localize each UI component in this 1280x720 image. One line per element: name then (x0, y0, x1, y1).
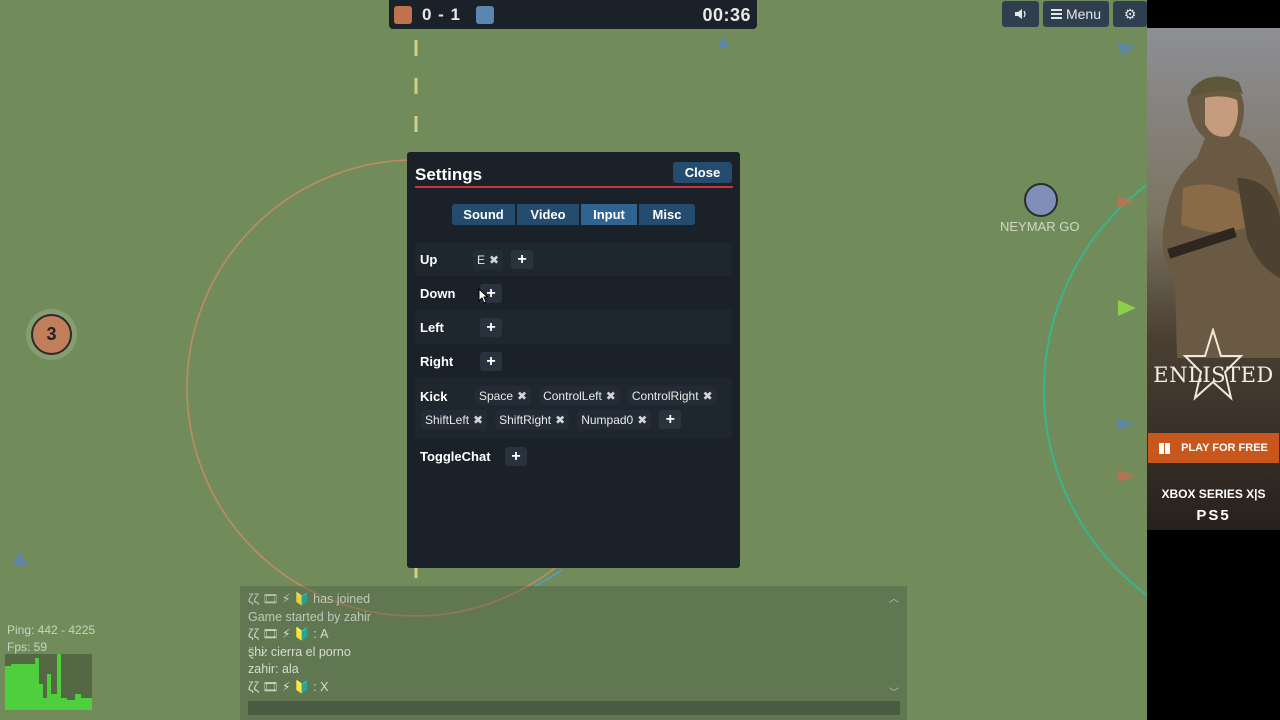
game-field: 3 NEYMAR GO 0 - 1 00:36 Menu ⚙ Ping: 442… (0, 0, 1147, 720)
key-name: Space (479, 388, 514, 403)
chat-line: ζζ 🎞 ⚡ 🔰 : X (248, 679, 329, 694)
tab-input[interactable]: Input (581, 204, 637, 225)
chat-line: ȿ̈hi̷: cierra el porno (248, 644, 351, 659)
binding-row-down: Down + (415, 276, 732, 310)
mouse-cursor-icon (478, 288, 488, 304)
remove-key-icon[interactable]: ✖ (489, 253, 499, 267)
key-name: ShiftLeft (425, 412, 470, 427)
binding-label: Up (420, 252, 438, 267)
score-value: 0 - 1 (422, 5, 462, 24)
menu-button[interactable]: Menu (1043, 1, 1109, 27)
chat-line: ζζ 🎞 ⚡ 🔰 : A (248, 627, 329, 642)
chat-line: ζζ 🎞 ⚡ 🔰 has joined (248, 592, 371, 606)
binding-row-right: Right + (415, 344, 732, 378)
add-binding-button[interactable]: + (511, 250, 534, 269)
key-name: ControlRight (631, 388, 699, 403)
player-disc: 3 (31, 314, 72, 355)
chat-line: Game started by zahir (248, 609, 371, 624)
opponent-disc (1024, 183, 1058, 217)
binding-row-up: Up E ✖ + (415, 243, 732, 276)
ping-readout: Ping: 442 - 4225 (7, 623, 96, 637)
red-team-icon (394, 6, 412, 24)
blue-team-icon (476, 6, 494, 24)
menu-label: Menu (1065, 6, 1102, 22)
settings-dialog: Settings Close Sound Video Input Misc Up… (407, 152, 740, 568)
binding-label: Right (420, 354, 454, 369)
binding-label: Down (420, 286, 456, 301)
remove-key-icon[interactable]: ✖ (637, 413, 647, 427)
tab-misc[interactable]: Misc (639, 204, 695, 225)
tab-video[interactable]: Video (517, 204, 579, 225)
chat-log: ζζ 🎞 ⚡ 🔰 has joined Game started by zahi… (248, 591, 371, 697)
key-chip: ControlLeft ✖ (539, 386, 620, 405)
top-menu: Menu ⚙ (1002, 0, 1147, 29)
settings-button[interactable]: ⚙ (1113, 1, 1147, 27)
player-number: 3 (46, 324, 57, 344)
add-binding-button[interactable]: + (480, 318, 502, 337)
remove-key-icon[interactable]: ✖ (517, 389, 527, 403)
key-name: E (477, 252, 486, 267)
title-divider (415, 186, 733, 188)
remove-key-icon[interactable]: ✖ (606, 389, 616, 403)
ad-brand: ENLISTED (1153, 363, 1274, 387)
key-chip: ControlRight ✖ (627, 386, 717, 405)
soldier-illustration (1162, 76, 1280, 358)
net-stats: Ping: 442 - 4225 Fps: 59 (7, 622, 95, 656)
binding-row-kick: Kick Space ✖ ControlLeft ✖ ControlRight ✖ S… (415, 378, 732, 438)
binding-label: ToggleChat (420, 449, 491, 464)
key-name: ShiftRight (499, 412, 552, 427)
platform-xbox: XBOX SERIES X|S (1161, 487, 1266, 501)
add-binding-button[interactable]: + (480, 352, 502, 371)
chat-panel: ︿ ζζ 🎞 ⚡ 🔰 has joined Game started by za… (240, 586, 907, 720)
chevron-up-icon[interactable]: ︿ (889, 590, 899, 605)
game-timer: 00:36 (702, 5, 751, 25)
binding-row-togglechat: ToggleChat + (415, 439, 732, 473)
chevron-down-icon[interactable]: ﹀ (889, 684, 899, 699)
key-chip: Space ✖ (475, 386, 532, 405)
windows-icon (1159, 442, 1171, 454)
scoreboard: 0 - 1 00:36 (389, 0, 757, 29)
key-chip: ShiftRight ✖ (495, 410, 570, 429)
chat-line: zahir: ala (248, 662, 299, 677)
opponent-name: NEYMAR GO (1000, 219, 1080, 234)
sound-button[interactable] (1002, 1, 1039, 27)
dialog-title: Settings (415, 165, 483, 184)
close-button[interactable]: Close (673, 162, 732, 183)
tab-sound[interactable]: Sound (452, 204, 515, 225)
key-chip: E ✖ (473, 250, 504, 269)
key-chip: ShiftLeft ✖ (421, 410, 488, 429)
key-name: Numpad0 (581, 412, 634, 427)
platform-ps5: PS5 (1196, 507, 1231, 524)
key-chip: Numpad0 ✖ (577, 410, 652, 429)
advertisement[interactable]: ENLISTED PLAY FOR FREE XBOX SERIES X|S P… (1147, 28, 1280, 530)
binding-row-left: Left + (415, 310, 732, 344)
fps-graph (5, 654, 92, 710)
add-binding-button[interactable]: + (659, 410, 682, 429)
hamburger-icon (1050, 7, 1062, 21)
gear-icon: ⚙ (1123, 5, 1137, 22)
key-name: ControlLeft (543, 388, 602, 403)
score: 0 - 1 (422, 5, 461, 25)
speaker-icon (1014, 9, 1026, 19)
remove-key-icon[interactable]: ✖ (703, 389, 713, 403)
binding-label: Left (420, 320, 444, 335)
cta-label: PLAY FOR FREE (1181, 442, 1268, 454)
add-binding-button[interactable]: + (505, 447, 527, 466)
settings-tabs: Sound Video Input Misc (452, 204, 695, 225)
play-for-free-button[interactable]: PLAY FOR FREE (1148, 433, 1279, 463)
remove-key-icon[interactable]: ✖ (555, 413, 565, 427)
chat-input[interactable] (248, 701, 900, 715)
binding-label: Kick (420, 389, 448, 404)
remove-key-icon[interactable]: ✖ (473, 413, 483, 427)
